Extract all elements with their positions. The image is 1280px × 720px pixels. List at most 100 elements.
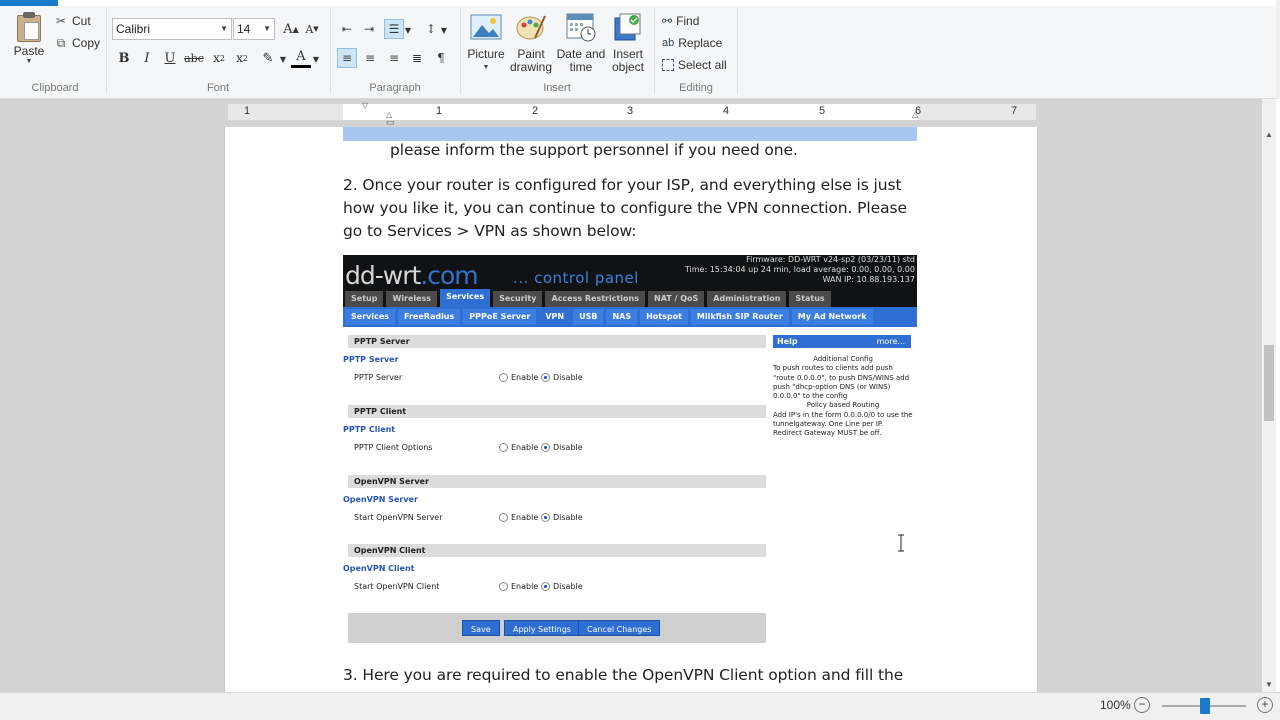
group-divider xyxy=(460,8,461,94)
ddwrt-status-info: Firmware: DD-WRT v24-sp2 (03/23/11) std … xyxy=(685,255,915,285)
date-time-button[interactable]: Date and time xyxy=(556,12,606,74)
decrease-indent-icon[interactable]: ⇤ xyxy=(337,19,357,39)
font-family-value: Calibri xyxy=(116,22,151,36)
align-left-icon[interactable]: ≡ xyxy=(337,48,357,68)
chevron-down-icon[interactable]: ▼ xyxy=(439,20,449,40)
scrollbar-thumb[interactable] xyxy=(1264,345,1274,421)
ddwrt-subtab: FreeRadius xyxy=(398,309,461,325)
ddwrt-legend: OpenVPN Server xyxy=(343,495,418,504)
ddwrt-subtab: VPN xyxy=(539,309,571,325)
copy-label: Copy xyxy=(72,36,101,50)
underline-button[interactable]: U xyxy=(160,48,180,68)
group-divider xyxy=(106,8,107,94)
bullet-list-icon[interactable]: ☰ xyxy=(384,19,404,39)
justify-icon[interactable]: ≣ xyxy=(407,48,427,68)
ddwrt-legend: PPTP Client xyxy=(343,425,396,434)
grow-font-button[interactable]: A ▲ xyxy=(281,19,301,39)
ruler-number: 5 xyxy=(818,105,826,117)
ddwrt-subtab: Services xyxy=(345,309,396,325)
ddwrt-tab: Setup xyxy=(345,291,384,307)
shrink-font-button[interactable]: A ▼ xyxy=(302,19,322,39)
paragraph-group-label: Paragraph xyxy=(369,82,421,94)
ddwrt-help-body: To push routes to clients add push "rout… xyxy=(773,364,910,401)
datetime-label-line2: time xyxy=(569,60,593,74)
zoom-in-button[interactable]: + xyxy=(1257,697,1273,713)
align-center-icon[interactable]: ≡ xyxy=(360,48,380,68)
bold-button[interactable]: B xyxy=(114,48,134,68)
ddwrt-help-heading: Policy based Routing xyxy=(806,401,880,410)
ddwrt-tab: Security xyxy=(493,291,543,307)
binoculars-icon: ⚯ xyxy=(662,14,673,28)
font-size-select[interactable]: 14 ▼ xyxy=(233,18,275,40)
ddwrt-apply-button: Apply Settings xyxy=(504,620,580,636)
ddwrt-subtab: Hotspot xyxy=(640,309,688,325)
tab-strip xyxy=(0,0,1276,6)
ddwrt-tab: Administration xyxy=(707,291,787,307)
font-size-value: 14 xyxy=(237,22,251,36)
picture-icon xyxy=(470,12,502,44)
palette-icon xyxy=(515,12,547,44)
document-paragraph[interactable]: 3. Here you are required to enable the O… xyxy=(343,664,917,687)
chevron-down-icon[interactable]: ▼ xyxy=(278,49,288,69)
superscript-button[interactable]: x2 xyxy=(232,48,252,68)
paragraph-settings-icon[interactable]: ¶ xyxy=(431,48,451,68)
line-spacing-icon[interactable]: ↕ xyxy=(421,19,441,39)
window-edge xyxy=(1276,0,1280,99)
paint-drawing-button[interactable]: Paint drawing xyxy=(509,12,553,74)
object-label-line2: object xyxy=(611,60,645,74)
highlighter-icon[interactable]: ✎ xyxy=(258,48,278,68)
ddwrt-subtab: NAS xyxy=(606,309,638,325)
ddwrt-time: Time: 15:34:04 up 24 min, load average: … xyxy=(684,265,915,274)
ddwrt-screenshot[interactable]: dd-wrt.com ... control panel Firmware: D… xyxy=(343,255,917,645)
font-group-label: Font xyxy=(206,82,229,94)
scissors-icon: ✂ xyxy=(55,14,67,28)
ddwrt-section-head: PPTP Client xyxy=(348,405,766,418)
chevron-down-icon: ▼ xyxy=(220,24,228,33)
ddwrt-row-label: Start OpenVPN Client xyxy=(354,582,440,591)
ddwrt-header: dd-wrt.com ... control panel Firmware: D… xyxy=(343,255,917,307)
right-indent-marker[interactable]: △ xyxy=(912,110,918,119)
insert-object-button[interactable]: Insert object xyxy=(608,12,648,74)
picture-label: Picture xyxy=(467,47,505,61)
increase-indent-icon[interactable]: ⇥ xyxy=(359,19,379,39)
ddwrt-save-button: Save xyxy=(462,620,500,636)
file-tab[interactable] xyxy=(0,0,58,6)
document-line[interactable]: please inform the support personnel if y… xyxy=(390,139,917,162)
ddwrt-disable-radio: Disable xyxy=(541,373,583,382)
italic-button[interactable]: I xyxy=(137,48,157,68)
ddwrt-legend: OpenVPN Client xyxy=(343,564,415,573)
ddwrt-help-heading: Additional Config xyxy=(813,355,873,363)
paste-icon xyxy=(15,12,43,42)
strikethrough-button[interactable]: abc xyxy=(184,48,204,68)
chevron-down-icon[interactable]: ▼ xyxy=(311,49,321,69)
copy-button[interactable]: ⧉ Copy xyxy=(54,33,100,53)
select-all-button[interactable]: Select all xyxy=(662,56,727,74)
cut-label: Cut xyxy=(72,14,91,28)
ddwrt-subtab: PPPoE Server xyxy=(463,309,537,325)
align-right-icon[interactable]: ≡ xyxy=(384,48,404,68)
cut-button[interactable]: ✂ Cut xyxy=(54,11,91,31)
select-all-icon xyxy=(662,59,674,71)
calendar-clock-icon xyxy=(565,12,597,44)
ddwrt-help-body: Add IP's in the form 0.0.0.0/0 to use th… xyxy=(773,410,913,438)
scroll-down-icon[interactable]: ▼ xyxy=(1265,680,1273,689)
chevron-down-icon: ▼ xyxy=(263,24,271,33)
find-button[interactable]: ⚯ Find xyxy=(662,12,699,30)
zoom-slider-thumb[interactable] xyxy=(1200,698,1210,714)
ddwrt-enable-radio: Enable xyxy=(499,373,538,382)
font-color-button[interactable]: A xyxy=(291,48,311,68)
ruler-number: 2 xyxy=(531,105,539,117)
ddwrt-row-label: PPTP Server xyxy=(354,373,403,382)
zoom-out-button[interactable]: − xyxy=(1134,697,1150,713)
first-line-indent-marker[interactable]: ▽ xyxy=(362,101,368,110)
replace-button[interactable]: ab Replace xyxy=(662,34,722,52)
chevron-down-icon[interactable]: ▼ xyxy=(403,20,413,40)
insert-picture-button[interactable]: Picture ▼ xyxy=(466,12,506,74)
document-paragraph[interactable]: 2. Once your router is configured for yo… xyxy=(343,174,917,243)
insert-group-label: Insert xyxy=(543,82,571,94)
font-family-select[interactable]: Calibri ▼ xyxy=(112,18,232,40)
subscript-button[interactable]: x2 xyxy=(209,48,229,68)
scroll-up-icon[interactable]: ▲ xyxy=(1265,130,1273,139)
group-divider xyxy=(330,8,331,94)
paste-button[interactable]: Paste ▼ xyxy=(10,12,48,74)
